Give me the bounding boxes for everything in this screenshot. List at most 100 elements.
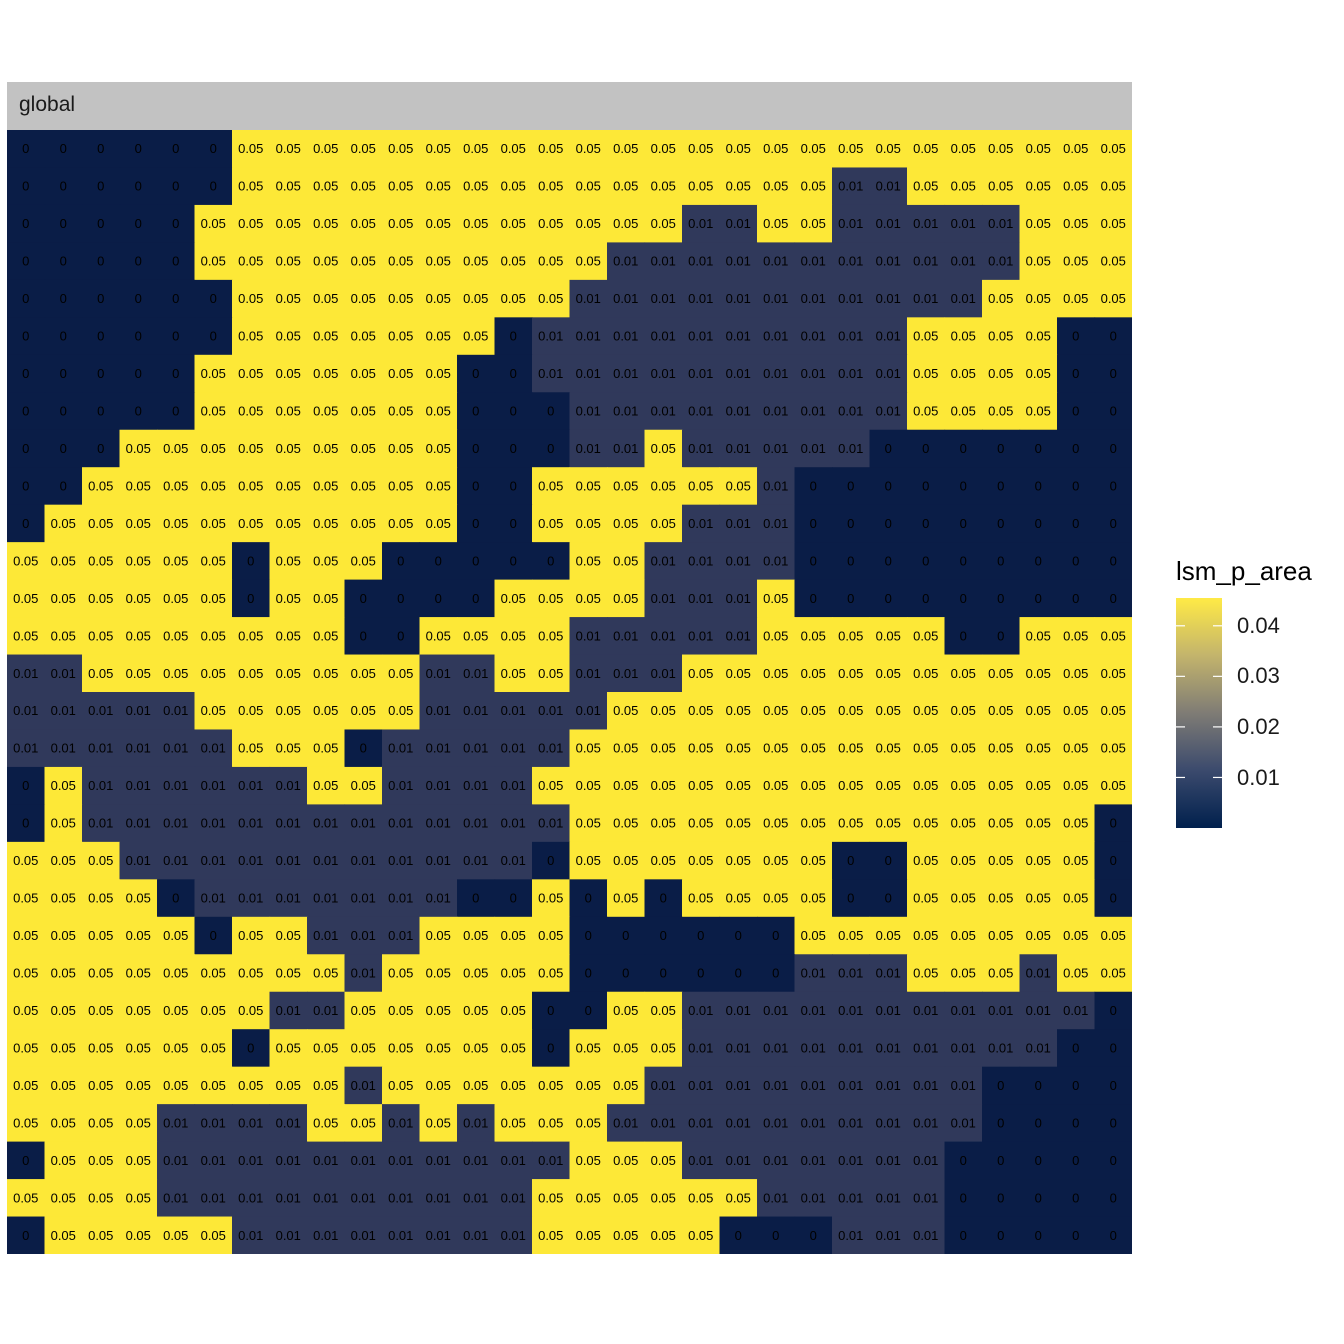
cell-value-label: 0.01	[388, 1115, 413, 1130]
cell-value-label: 0	[172, 891, 179, 906]
cell-value-label: 0.05	[951, 741, 976, 756]
cell-value-label: 0.05	[763, 778, 788, 793]
cell-value-label: 0.01	[726, 441, 751, 456]
cell-value-label: 0.01	[688, 441, 713, 456]
cell-value-label: 0.01	[763, 291, 788, 306]
cell-value-label: 0.01	[1026, 1003, 1051, 1018]
cell-value-label: 0.05	[51, 1153, 76, 1168]
cell-value-label: 0.01	[988, 1003, 1013, 1018]
cell-value-label: 0.01	[88, 741, 113, 756]
cell-value-label: 0.01	[838, 404, 863, 419]
cell-value-label: 0.05	[688, 478, 713, 493]
cell-value-label: 0.05	[688, 891, 713, 906]
cell-value-label: 0	[1035, 591, 1042, 606]
cell-value-label: 0	[210, 928, 217, 943]
cell-value-label: 0.05	[501, 141, 526, 156]
cell-value-label: 0.01	[726, 291, 751, 306]
cell-value-label: 0.05	[51, 853, 76, 868]
cell-value-label: 0.05	[801, 216, 826, 231]
cell-value-label: 0	[1035, 1153, 1042, 1168]
cell-value-label: 0.05	[988, 404, 1013, 419]
cell-value-label: 0.05	[913, 778, 938, 793]
cell-value-label: 0.05	[88, 628, 113, 643]
legend-tick-label: 0.04	[1237, 612, 1280, 638]
cell-value-label: 0.05	[276, 329, 301, 344]
cell-value-label: 0.05	[426, 966, 451, 981]
cell-value-label: 0.01	[426, 1153, 451, 1168]
cell-value-label: 0.05	[13, 1040, 38, 1055]
cell-value-label: 0.01	[838, 179, 863, 194]
cell-value-label: 0.05	[613, 478, 638, 493]
cell-value-label: 0.05	[13, 966, 38, 981]
cell-value-label: 0.05	[538, 966, 563, 981]
cell-value-label: 0.01	[613, 441, 638, 456]
cell-value-label: 0.01	[576, 628, 601, 643]
cell-value-label: 0.05	[276, 703, 301, 718]
legend-tick-label: 0.01	[1237, 764, 1280, 790]
cell-value-label: 0	[547, 441, 554, 456]
cell-value-label: 0	[60, 141, 67, 156]
cell-value-label: 0.05	[1026, 329, 1051, 344]
cell-value-label: 0	[135, 254, 142, 269]
cell-value-label: 0.05	[576, 591, 601, 606]
cell-value-label: 0.05	[126, 441, 151, 456]
cell-value-label: 0.05	[838, 741, 863, 756]
cell-value-label: 0	[1072, 441, 1079, 456]
cell-value-label: 0.05	[726, 666, 751, 681]
cell-value-label: 0.05	[538, 1190, 563, 1205]
cell-value-label: 0	[210, 141, 217, 156]
cell-value-label: 0.05	[13, 891, 38, 906]
cell-value-label: 0.05	[1026, 891, 1051, 906]
cell-value-label: 0.01	[651, 366, 676, 381]
cell-value-label: 0	[435, 591, 442, 606]
cell-value-label: 0.01	[538, 1153, 563, 1168]
cell-value-label: 0.05	[388, 291, 413, 306]
cell-value-label: 0	[510, 891, 517, 906]
cell-value-label: 0	[1110, 1115, 1117, 1130]
cell-value-label: 0.01	[388, 891, 413, 906]
cell-value-label: 0.01	[838, 1078, 863, 1093]
cell-value-label: 0.05	[426, 1040, 451, 1055]
cell-value-label: 0.05	[1101, 216, 1126, 231]
cell-value-label: 0	[172, 329, 179, 344]
cell-value-label: 0.05	[13, 1190, 38, 1205]
cell-value-label: 0.05	[238, 928, 263, 943]
cell-value-label: 0.05	[313, 216, 338, 231]
cell-value-label: 0.01	[876, 1228, 901, 1243]
cell-value-label: 0.05	[726, 741, 751, 756]
cell-value-label: 0.05	[463, 966, 488, 981]
cell-value-label: 0.05	[1101, 703, 1126, 718]
cell-value-label: 0.05	[538, 516, 563, 531]
cell-value-label: 0.05	[313, 966, 338, 981]
cell-value-label: 0.05	[651, 741, 676, 756]
cell-value-label: 0.05	[313, 141, 338, 156]
cell-value-label: 0.05	[613, 141, 638, 156]
cell-value-label: 0	[510, 478, 517, 493]
cell-value-label: 0	[960, 441, 967, 456]
cell-value-label: 0.05	[201, 1003, 226, 1018]
cell-value-label: 0.01	[426, 778, 451, 793]
cell-value-label: 0.01	[313, 1153, 338, 1168]
cell-value-label: 0.01	[726, 628, 751, 643]
cell-value-label: 0.01	[238, 1190, 263, 1205]
cell-value-label: 0.05	[276, 179, 301, 194]
cell-value-label: 0.05	[576, 216, 601, 231]
legend-tick-label: 0.02	[1237, 713, 1280, 739]
cell-value-label: 0.05	[201, 666, 226, 681]
cell-value-label: 0.05	[1063, 291, 1088, 306]
cell-value-label: 0.05	[463, 216, 488, 231]
cell-value-label: 0.01	[463, 1153, 488, 1168]
cell-value-label: 0.05	[88, 478, 113, 493]
cell-value-label: 0.05	[876, 703, 901, 718]
cell-value-label: 0.01	[763, 329, 788, 344]
cell-value-label: 0.01	[51, 666, 76, 681]
cell-value-label: 0.01	[613, 366, 638, 381]
cell-value-label: 0.05	[501, 591, 526, 606]
cell-value-label: 0.05	[13, 628, 38, 643]
cell-value-label: 0.01	[238, 853, 263, 868]
cell-value-label: 0	[1110, 553, 1117, 568]
cell-value-label: 0.01	[876, 291, 901, 306]
cell-value-label: 0.05	[201, 591, 226, 606]
cell-value-label: 0.05	[951, 891, 976, 906]
cell-value-label: 0.05	[276, 441, 301, 456]
